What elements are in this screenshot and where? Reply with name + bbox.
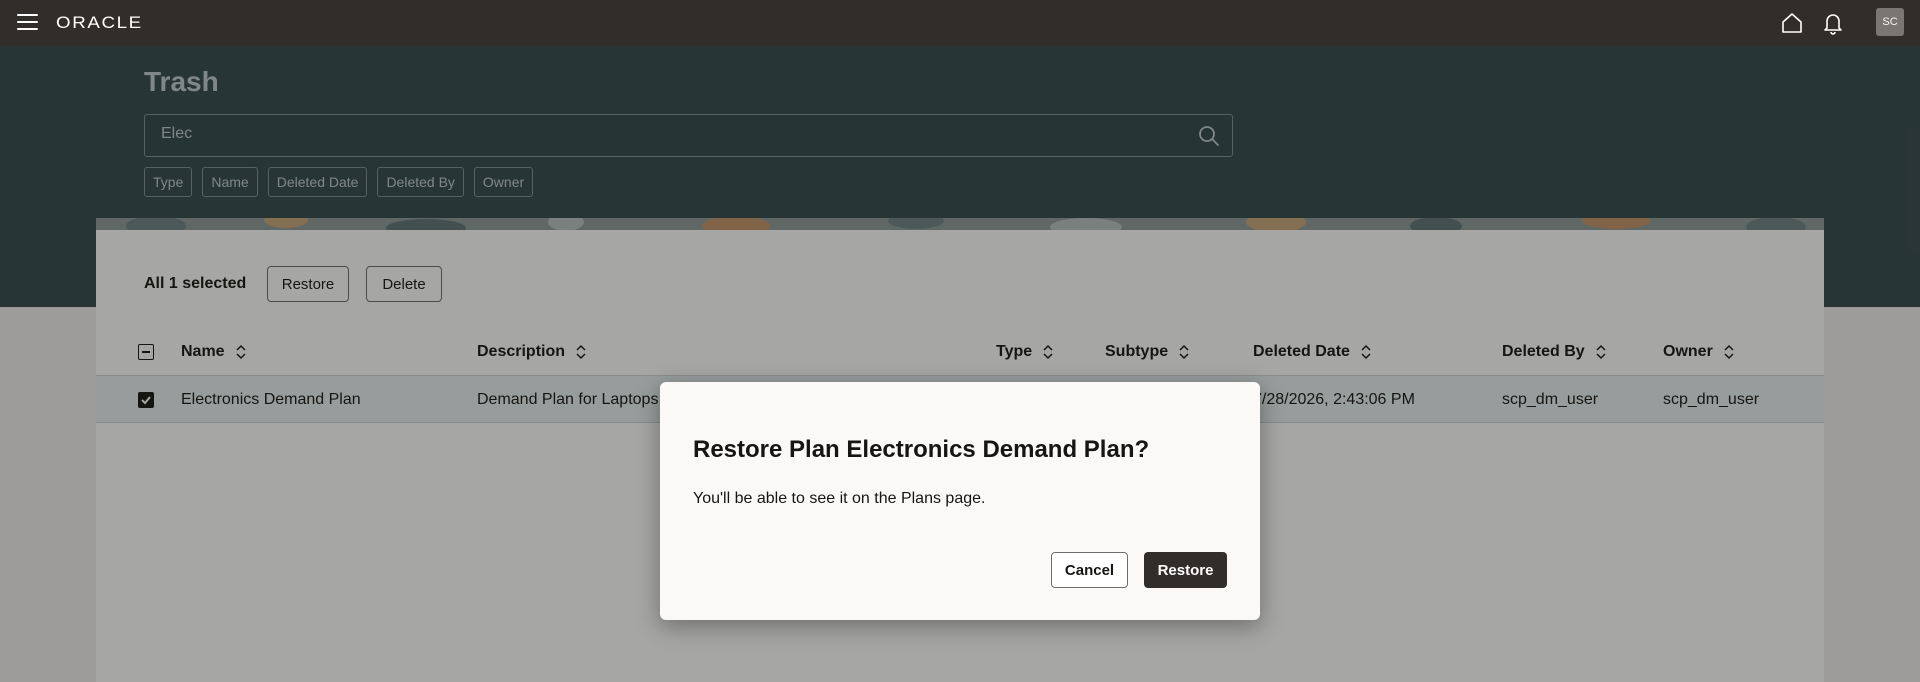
cancel-button[interactable]: Cancel xyxy=(1051,552,1128,588)
dialog-title: Restore Plan Electronics Demand Plan? xyxy=(693,436,1150,463)
dialog-message: You'll be able to see it on the Plans pa… xyxy=(693,490,986,507)
oracle-logo[interactable]: ORACLE xyxy=(56,13,143,33)
top-bar: ORACLE SC xyxy=(0,0,1920,46)
hamburger-menu-icon[interactable] xyxy=(17,14,38,31)
home-icon[interactable] xyxy=(1779,10,1805,36)
confirm-restore-button[interactable]: Restore xyxy=(1144,552,1227,588)
restore-confirm-dialog: Restore Plan Electronics Demand Plan? Yo… xyxy=(660,382,1260,620)
bell-icon[interactable] xyxy=(1820,10,1846,36)
user-avatar[interactable]: SC xyxy=(1876,8,1904,36)
